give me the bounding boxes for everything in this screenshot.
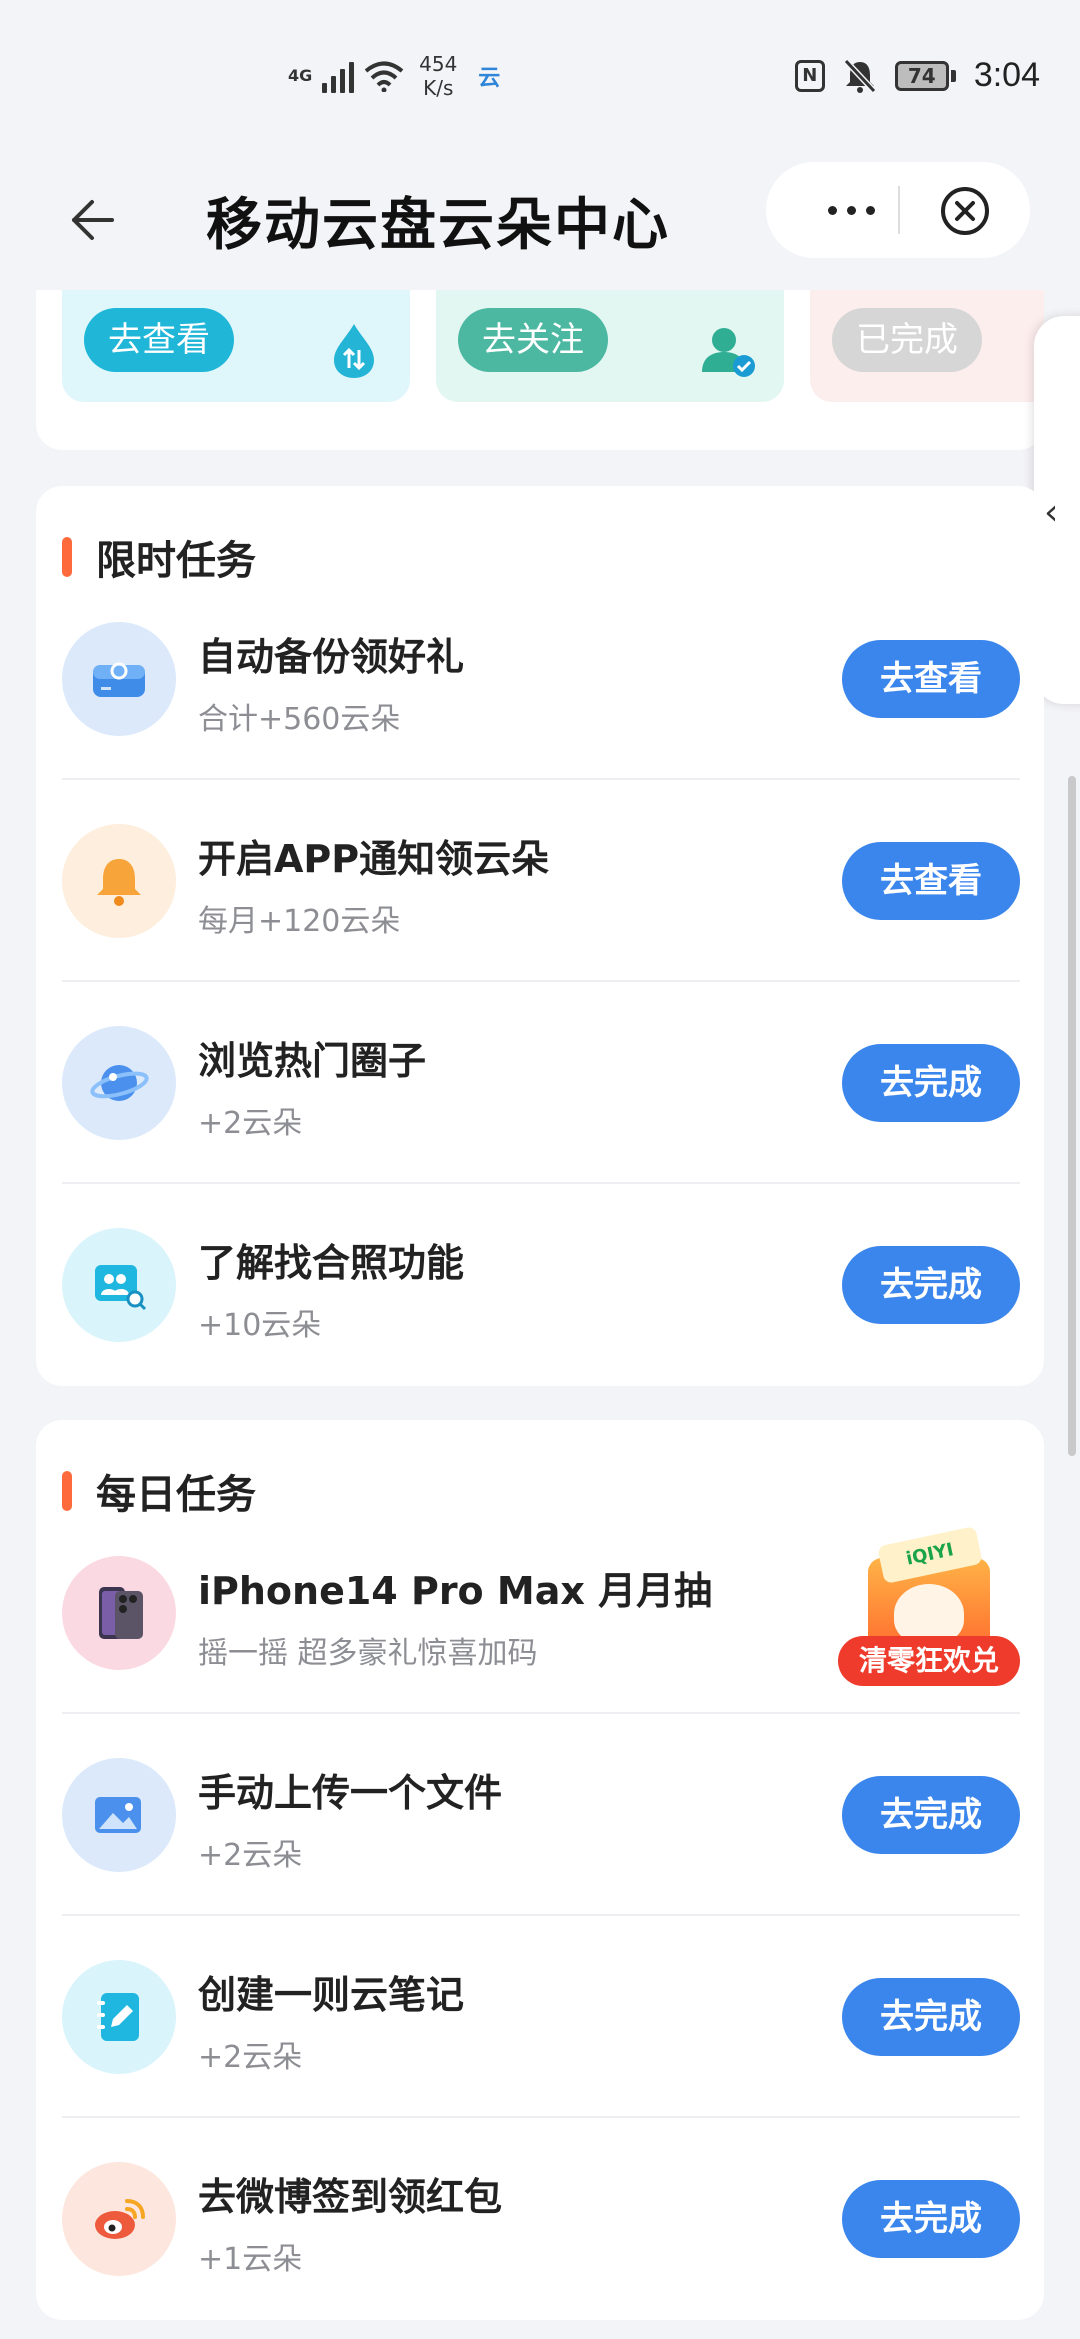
group-photo-search-icon <box>95 1265 147 1311</box>
clock: 3:04 <box>973 56 1040 94</box>
cloud-app-icon: 云 <box>478 66 501 91</box>
list-item: 浏览热门圈子 +2云朵 去完成 <box>62 982 1020 1184</box>
task-icon-bg <box>62 824 176 938</box>
mini-program-capsule <box>766 162 1030 258</box>
wifi-icon <box>364 61 404 92</box>
nfc-icon: N <box>794 59 825 92</box>
chevron-left-icon: ‹ <box>1044 492 1059 533</box>
phone-prize-image <box>62 1556 176 1670</box>
backup-drive-icon <box>93 662 145 697</box>
task-subtitle: 摇一摇 超多豪礼惊喜加码 <box>198 1636 538 1671</box>
task-icon-bg <box>62 1960 176 2074</box>
bell-icon <box>97 859 141 906</box>
task-reward: 每月+120云朵 <box>198 904 401 939</box>
featured-tasks-card: 去查看 去关注 已完成 <box>36 290 1044 450</box>
speed-unit: K/s <box>423 76 454 100</box>
prize-ball-icon <box>894 1584 964 1644</box>
promo-banner[interactable]: iQIYI 清零狂欢兑 <box>838 1526 1020 1692</box>
task-title: 去微博签到领红包 <box>198 2175 503 2219</box>
promo-item[interactable]: iPhone14 Pro Max 月月抽 摇一摇 超多豪礼惊喜加码 iQIYI … <box>62 1512 1020 1714</box>
task-title: 创建一则云笔记 <box>198 1973 465 2017</box>
daily-tasks-section: 每日任务 iPhone14 Pro Max 月月抽 摇一摇 超多豪礼惊喜加码 i… <box>36 1420 1044 2320</box>
speed-value: 454 <box>419 52 458 76</box>
battery-icon: 74 <box>894 60 956 91</box>
tile-view[interactable]: 去查看 <box>62 290 410 402</box>
image-upload-icon <box>95 1797 141 1833</box>
task-icon-bg <box>62 622 176 736</box>
limited-tasks-section: 限时任务 自动备份领好礼 合计+560云朵 去查看 开启APP通知领云朵 每月+… <box>36 486 1044 1386</box>
iphone-icon <box>99 1587 143 1639</box>
task-title: iPhone14 Pro Max 月月抽 <box>198 1569 713 1613</box>
tile-follow-button[interactable]: 去关注 <box>458 308 608 372</box>
page-title: 移动云盘云朵中心 <box>206 193 670 258</box>
title-bar: 移动云盘云朵中心 <box>0 160 1080 290</box>
list-item: 手动上传一个文件 +2云朵 去完成 <box>62 1714 1020 1916</box>
tile-follow[interactable]: 去关注 <box>436 290 784 402</box>
task-reward: 合计+560云朵 <box>198 702 401 737</box>
close-icon[interactable] <box>938 184 992 238</box>
water-drop-icon <box>334 324 374 378</box>
task-icon-bg <box>62 1228 176 1342</box>
task-title: 浏览热门圈子 <box>198 1039 427 1083</box>
tile-done-label: 已完成 <box>832 308 982 372</box>
bell-muted-icon <box>843 58 877 93</box>
weibo-icon <box>95 2199 145 2239</box>
more-options-icon[interactable] <box>806 192 896 228</box>
list-item: 创建一则云笔记 +2云朵 去完成 <box>62 1916 1020 2118</box>
list-item: 自动备份领好礼 合计+560云朵 去查看 <box>62 578 1020 780</box>
tile-done: 已完成 <box>810 290 1044 402</box>
list-item: 开启APP通知领云朵 每月+120云朵 去查看 <box>62 780 1020 982</box>
planet-icon <box>90 1065 149 1101</box>
task-action-button[interactable]: 去查看 <box>842 640 1020 718</box>
network-speed: 454 K/s <box>414 52 462 100</box>
tile-view-button[interactable]: 去查看 <box>84 308 234 372</box>
task-action-button[interactable]: 去完成 <box>842 1246 1020 1324</box>
task-action-button[interactable]: 去完成 <box>842 2180 1020 2258</box>
capsule-divider <box>898 186 900 234</box>
task-reward: +2云朵 <box>198 1106 303 1141</box>
task-title: 自动备份领好礼 <box>198 635 465 679</box>
task-action-button[interactable]: 去完成 <box>842 1776 1020 1854</box>
signal-icon <box>322 59 355 93</box>
task-action-button[interactable]: 去完成 <box>842 1044 1020 1122</box>
section-accent <box>62 537 72 577</box>
task-icon-bg <box>62 1026 176 1140</box>
task-reward: +10云朵 <box>198 1308 322 1343</box>
task-icon-bg <box>62 1758 176 1872</box>
promo-badge: 清零狂欢兑 <box>838 1636 1020 1686</box>
list-item: 了解找合照功能 +10云朵 去完成 <box>62 1184 1020 1386</box>
task-title: 手动上传一个文件 <box>198 1771 503 1815</box>
note-edit-icon <box>97 1993 139 2041</box>
back-arrow-icon[interactable] <box>62 190 122 250</box>
list-item: 去微博签到领红包 +1云朵 去完成 <box>62 2118 1020 2320</box>
task-action-button[interactable]: 去查看 <box>842 842 1020 920</box>
section-accent <box>62 1471 72 1511</box>
user-check-icon <box>702 328 755 377</box>
task-reward: +2云朵 <box>198 1838 303 1873</box>
task-icon-bg <box>62 2162 176 2276</box>
battery-level: 74 <box>894 60 949 91</box>
task-reward: +1云朵 <box>198 2242 303 2277</box>
status-bar: 4G 454 K/s 云 N 74 3:04 <box>0 0 1080 160</box>
status-right: N 74 3:04 <box>794 56 1040 95</box>
task-action-button[interactable]: 去完成 <box>842 1978 1020 2056</box>
task-title: 了解找合照功能 <box>198 1241 465 1285</box>
network-type: 4G <box>288 66 313 85</box>
task-reward: +2云朵 <box>198 2040 303 2075</box>
task-title: 开启APP通知领云朵 <box>198 837 550 881</box>
scrollbar[interactable] <box>1068 776 1076 1456</box>
status-left: 4G 454 K/s 云 <box>288 52 500 100</box>
